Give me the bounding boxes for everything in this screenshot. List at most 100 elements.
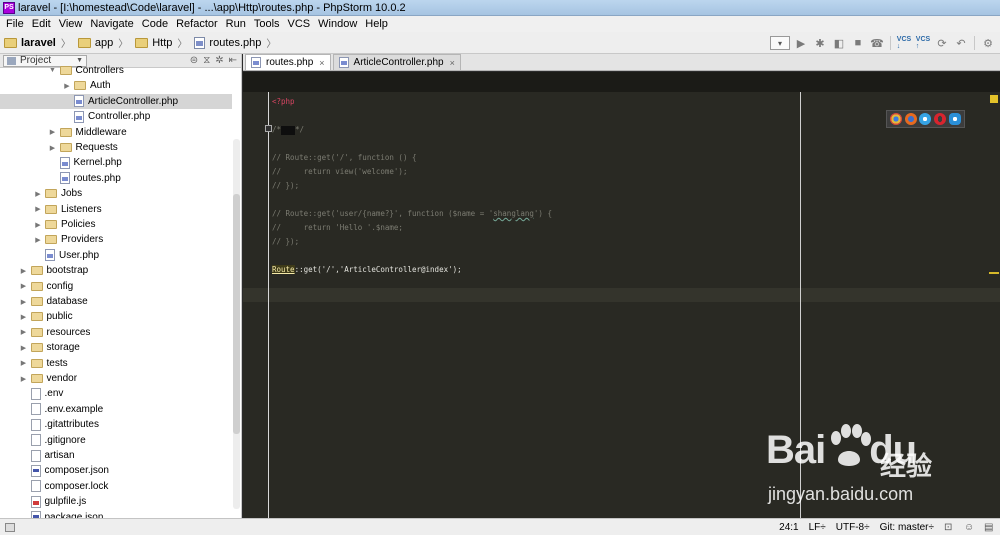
stop-icon[interactable]: ■ [850, 35, 866, 51]
tree-item[interactable]: gulpfile.js [0, 494, 232, 509]
expand-arrow-right-icon[interactable]: ▶ [33, 205, 43, 213]
menu-window[interactable]: Window [314, 18, 361, 30]
tree-item[interactable]: ▶ Providers [0, 232, 232, 247]
breadcrumb-label: Http [152, 36, 173, 49]
tool-windows-icon[interactable] [5, 522, 15, 532]
menu-vcs[interactable]: VCS [284, 18, 315, 30]
tree-item[interactable]: ▶ tests [0, 356, 232, 371]
tree-item[interactable]: ▶ bootstrap [0, 263, 232, 278]
menu-refactor[interactable]: Refactor [172, 18, 222, 30]
expand-arrow-right-icon[interactable]: ▶ [19, 344, 29, 352]
expand-arrow-right-icon[interactable]: ▶ [62, 82, 72, 90]
event-log-icon[interactable]: ▤ [984, 522, 994, 533]
inspection-warning-icon[interactable] [990, 95, 998, 103]
tree-item[interactable]: package.json [0, 510, 232, 518]
tree-item[interactable]: ▶ vendor [0, 371, 232, 386]
expand-arrow-right-icon[interactable]: ▶ [19, 328, 29, 336]
expand-arrow-right-icon[interactable]: ▶ [19, 313, 29, 321]
tree-item[interactable]: ▶ resources [0, 325, 232, 340]
breadcrumb-item-http[interactable]: Http 〉 [135, 35, 192, 50]
php-file-icon [74, 95, 84, 108]
tree-item[interactable]: User.php [0, 248, 232, 263]
tree-item[interactable]: .gitattributes [0, 417, 232, 432]
tree-item[interactable]: Kernel.php [0, 155, 232, 170]
tree-item[interactable]: ▶ Listeners [0, 202, 232, 217]
menu-tools[interactable]: Tools [250, 18, 284, 30]
close-icon[interactable]: × [319, 58, 324, 68]
expand-arrow-right-icon[interactable]: ▶ [33, 236, 43, 244]
safari-icon[interactable] [919, 113, 932, 125]
folded-region[interactable] [281, 125, 296, 135]
expand-arrow-right-icon[interactable]: ▶ [33, 221, 43, 229]
inspector-icon[interactable]: ☺ [964, 522, 974, 533]
tree-item[interactable]: ▶ database [0, 294, 232, 309]
run-config-dropdown[interactable]: ▾ [770, 36, 790, 50]
tree-item[interactable]: ▶ config [0, 279, 232, 294]
error-stripe-marker[interactable] [989, 272, 999, 274]
revert-icon[interactable]: ↶ [953, 35, 969, 51]
expand-arrow-right-icon[interactable]: ▶ [48, 144, 58, 152]
tree-item[interactable]: artisan [0, 448, 232, 463]
settings-icon[interactable]: ⚙ [980, 35, 996, 51]
fold-toggle-icon[interactable] [265, 125, 272, 132]
firefox-icon[interactable] [904, 113, 917, 125]
listen-debug-icon[interactable]: ☎ [869, 35, 885, 51]
run-icon[interactable]: ▶ [793, 35, 809, 51]
menu-help[interactable]: Help [361, 18, 392, 30]
project-scrollbar-thumb[interactable] [233, 194, 240, 434]
tree-item[interactable]: ArticleController.php [0, 93, 232, 109]
expand-arrow-right-icon[interactable]: ▶ [48, 128, 58, 136]
opera-icon[interactable] [934, 113, 947, 125]
caret-position[interactable]: 24:1 [779, 522, 798, 533]
tree-item[interactable]: ▶ storage [0, 340, 232, 355]
tree-item[interactable]: ▶ Requests [0, 140, 232, 155]
line-separator[interactable]: LF÷ [809, 522, 826, 533]
internet-explorer-icon[interactable] [948, 113, 961, 125]
menu-edit[interactable]: Edit [28, 18, 55, 30]
route-call: ::get('/','ArticleController@index'); [294, 265, 462, 274]
breadcrumb-item-laravel[interactable]: laravel 〉 [4, 35, 76, 50]
menu-view[interactable]: View [55, 18, 87, 30]
coverage-icon[interactable]: ◧ [831, 35, 847, 51]
expand-arrow-right-icon[interactable]: ▶ [19, 298, 29, 306]
breadcrumb-item-routes[interactable]: routes.php 〉 [194, 35, 281, 50]
typo-highlight: shanglang [493, 209, 534, 218]
expand-arrow-right-icon[interactable]: ▶ [19, 359, 29, 367]
menu-code[interactable]: Code [138, 18, 172, 30]
chrome-icon[interactable] [890, 113, 903, 125]
lock-icon[interactable]: ⊡ [944, 522, 954, 533]
close-icon[interactable]: × [450, 58, 455, 68]
vcs-commit-icon[interactable]: VCS ↑ [915, 35, 931, 51]
tree-item[interactable]: Controller.php [0, 109, 232, 124]
tree-item[interactable]: composer.json [0, 463, 232, 478]
tree-item[interactable]: ▼ Controllers [0, 63, 232, 78]
vcs-update-icon[interactable]: VCS ↓ [896, 35, 912, 51]
status-widgets: 24:1 LF÷ UTF-8÷ Git: master÷ ⊡ ☺ ▤ [779, 522, 1000, 534]
menu-run[interactable]: Run [222, 18, 250, 30]
tree-item[interactable]: composer.lock [0, 479, 232, 494]
breadcrumb-item-app[interactable]: app 〉 [77, 35, 133, 50]
tree-item[interactable]: ▶ Middleware [0, 125, 232, 140]
tab-routes-php[interactable]: routes.php × [245, 54, 331, 70]
tree-item[interactable]: routes.php [0, 171, 232, 186]
tree-item[interactable]: .env [0, 386, 232, 401]
tree-item[interactable]: ▶ public [0, 309, 232, 324]
menu-file[interactable]: File [2, 18, 28, 30]
tree-item[interactable]: ▶ Jobs [0, 186, 232, 201]
history-icon[interactable]: ⟳ [934, 35, 950, 51]
vcs-branch[interactable]: Git: master÷ [880, 522, 934, 533]
expand-arrow-down-icon[interactable]: ▼ [48, 67, 58, 74]
code-fragment: // Route::get('user/{name?}', function (… [272, 209, 494, 218]
debug-icon[interactable]: ✱ [812, 35, 828, 51]
tab-articlecontroller-php[interactable]: ArticleController.php × [332, 54, 461, 70]
tree-item[interactable]: ▶ Auth [0, 78, 232, 93]
tree-item[interactable]: .gitignore [0, 433, 232, 448]
menu-navigate[interactable]: Navigate [86, 18, 137, 30]
expand-arrow-right-icon[interactable]: ▶ [19, 267, 29, 275]
file-encoding[interactable]: UTF-8÷ [836, 522, 870, 533]
expand-arrow-right-icon[interactable]: ▶ [19, 375, 29, 383]
expand-arrow-right-icon[interactable]: ▶ [33, 190, 43, 198]
tree-item[interactable]: ▶ Policies [0, 217, 232, 232]
expand-arrow-right-icon[interactable]: ▶ [19, 282, 29, 290]
tree-item[interactable]: .env.example [0, 402, 232, 417]
